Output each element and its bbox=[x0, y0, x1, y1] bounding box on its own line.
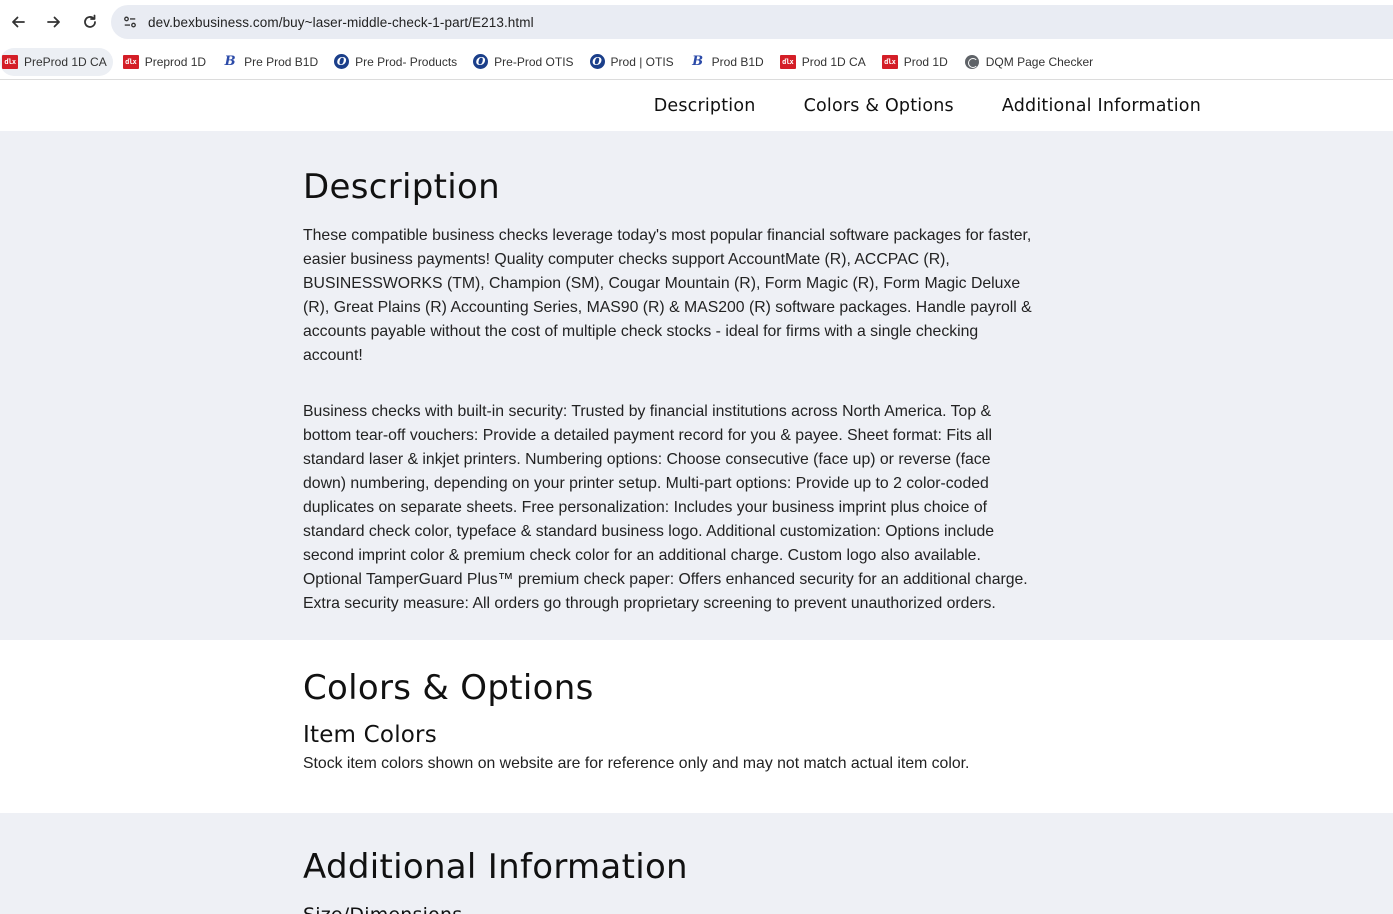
b-logo-icon: B bbox=[224, 54, 236, 69]
dlx-icon: dlx bbox=[779, 54, 796, 69]
bookmark-label: Prod B1D bbox=[711, 54, 764, 69]
reload-icon bbox=[84, 14, 96, 28]
globe-icon bbox=[964, 54, 980, 69]
bookmark-label: Prod 1D bbox=[903, 54, 948, 69]
dlx-icon: dlx bbox=[881, 54, 898, 69]
bookmarks-bar: dlx PreProd 1D CA dlx Preprod 1D B Pre P… bbox=[0, 44, 1393, 80]
nav-additional-info-link[interactable]: Additional Information bbox=[1002, 96, 1201, 116]
description-heading: Description bbox=[303, 167, 500, 207]
bookmark-label: Pre Prod- Products bbox=[355, 54, 458, 69]
nav-colors-options-link[interactable]: Colors & Options bbox=[804, 96, 954, 116]
site-info-icon[interactable] bbox=[121, 13, 139, 31]
additional-info-heading: Additional Information bbox=[303, 847, 688, 887]
bookmark-prod-b1d[interactable]: B Prod B1D bbox=[688, 48, 770, 76]
forward-button[interactable] bbox=[36, 4, 72, 40]
bookmark-label: Pre Prod B1D bbox=[244, 54, 319, 69]
dlx-icon: dlx bbox=[2, 54, 18, 69]
bookmark-prod-otis[interactable]: O Prod | OTIS bbox=[588, 48, 680, 76]
browser-toolbar: dev.bexbusiness.com/buy~laser-middle-che… bbox=[0, 0, 1393, 44]
bookmark-prod-1d-ca[interactable]: dlx Prod 1D CA bbox=[778, 48, 872, 76]
url-text[interactable]: dev.bexbusiness.com/buy~laser-middle-che… bbox=[148, 15, 534, 30]
bookmark-label: Preprod 1D bbox=[144, 54, 207, 69]
section-nav: Description Colors & Options Additional … bbox=[0, 80, 1393, 131]
bookmark-preprod-1d[interactable]: dlx Preprod 1D bbox=[121, 48, 212, 76]
address-bar[interactable]: dev.bexbusiness.com/buy~laser-middle-che… bbox=[111, 5, 1393, 39]
back-button[interactable] bbox=[0, 4, 36, 40]
arrow-right-icon bbox=[47, 16, 60, 28]
nav-description-link[interactable]: Description bbox=[654, 96, 756, 116]
bookmark-label: Prod 1D CA bbox=[801, 54, 866, 69]
item-colors-heading: Item Colors bbox=[303, 722, 437, 748]
colors-options-heading: Colors & Options bbox=[303, 668, 594, 708]
bookmark-label: DQM Page Checker bbox=[985, 54, 1094, 69]
bookmark-preprod-1d-ca[interactable]: dlx PreProd 1D CA bbox=[0, 47, 113, 76]
otis-logo-icon: O bbox=[334, 54, 350, 69]
bookmark-pre-prod-products[interactable]: O Pre Prod- Products bbox=[332, 48, 463, 76]
description-paragraph-2: Business checks with built-in security: … bbox=[303, 403, 1028, 612]
bookmark-dqm-page-checker[interactable]: DQM Page Checker bbox=[962, 48, 1099, 76]
bookmark-label: Prod | OTIS bbox=[610, 54, 674, 69]
bookmark-prod-1d[interactable]: dlx Prod 1D bbox=[880, 48, 954, 76]
size-dimensions-heading: Size/Dimensions bbox=[303, 904, 1033, 914]
arrow-left-icon bbox=[12, 16, 25, 28]
otis-logo-icon: O bbox=[473, 54, 489, 69]
otis-logo-icon: O bbox=[589, 54, 605, 69]
description-section: Description These compatible business ch… bbox=[0, 131, 1393, 640]
colors-options-section: Colors & Options Item Colors Stock item … bbox=[0, 640, 1393, 813]
dlx-icon: dlx bbox=[122, 54, 139, 69]
bookmark-pre-prod-b1d[interactable]: B Pre Prod B1D bbox=[220, 48, 324, 76]
item-colors-note: Stock item colors shown on website are f… bbox=[303, 755, 970, 772]
description-paragraph-1: These compatible business checks leverag… bbox=[303, 227, 1032, 364]
bookmark-label: PreProd 1D CA bbox=[24, 54, 107, 69]
bookmark-pre-prod-otis[interactable]: O Pre-Prod OTIS bbox=[471, 48, 579, 76]
b-logo-icon: B bbox=[692, 54, 704, 69]
bookmark-label: Pre-Prod OTIS bbox=[494, 54, 574, 69]
additional-info-section: Additional Information Size/Dimensions bbox=[0, 813, 1393, 914]
reload-button[interactable] bbox=[72, 4, 108, 40]
